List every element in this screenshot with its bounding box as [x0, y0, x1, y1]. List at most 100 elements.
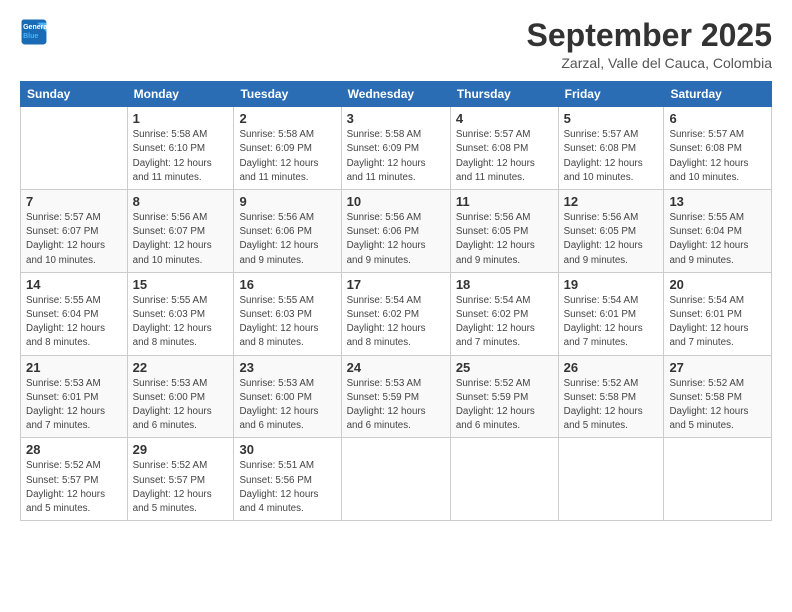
day-number: 14	[26, 277, 122, 292]
day-number: 3	[347, 111, 445, 126]
day-info: Sunrise: 5:58 AMSunset: 6:09 PMDaylight:…	[347, 128, 445, 185]
day-info: Sunrise: 5:58 AMSunset: 6:09 PMDaylight:…	[239, 128, 335, 185]
logo: General Blue	[20, 18, 48, 46]
day-info: Sunrise: 5:51 AMSunset: 5:56 PMDaylight:…	[239, 459, 335, 516]
calendar-week-5: 28 Sunrise: 5:52 AMSunset: 5:57 PMDayligh…	[21, 438, 772, 521]
day-info: Sunrise: 5:54 AMSunset: 6:01 PMDaylight:…	[669, 294, 766, 351]
day-info: Sunrise: 5:54 AMSunset: 6:02 PMDaylight:…	[347, 294, 445, 351]
day-info: Sunrise: 5:55 AMSunset: 6:04 PMDaylight:…	[669, 211, 766, 268]
weekday-header-sunday: Sunday	[21, 82, 128, 107]
day-info: Sunrise: 5:57 AMSunset: 6:08 PMDaylight:…	[669, 128, 766, 185]
day-info: Sunrise: 5:53 AMSunset: 6:00 PMDaylight:…	[133, 377, 229, 434]
calendar-cell: 13Sunrise: 5:55 AMSunset: 6:04 PMDayligh…	[664, 190, 772, 273]
calendar-cell: 22 Sunrise: 5:53 AMSunset: 6:00 PMDayligh…	[127, 355, 234, 438]
weekday-header-thursday: Thursday	[450, 82, 558, 107]
logo-icon: General Blue	[20, 18, 48, 46]
calendar-cell	[558, 438, 664, 521]
calendar-cell: 24Sunrise: 5:53 AMSunset: 5:59 PMDayligh…	[341, 355, 450, 438]
header: General Blue September 2025 Zarzal, Vall…	[20, 18, 772, 71]
day-info: Sunrise: 5:56 AMSunset: 6:05 PMDaylight:…	[564, 211, 659, 268]
calendar-cell: 9 Sunrise: 5:56 AMSunset: 6:06 PMDaylight…	[234, 190, 341, 273]
day-number: 28	[26, 442, 122, 457]
day-info: Sunrise: 5:57 AMSunset: 6:07 PMDaylight:…	[26, 211, 122, 268]
day-number: 7	[26, 194, 122, 209]
month-title: September 2025	[527, 18, 772, 53]
calendar-table: SundayMondayTuesdayWednesdayThursdayFrid…	[20, 81, 772, 521]
calendar-cell	[664, 438, 772, 521]
calendar-cell: 17 Sunrise: 5:54 AMSunset: 6:02 PMDayligh…	[341, 272, 450, 355]
calendar-cell: 4Sunrise: 5:57 AMSunset: 6:08 PMDaylight…	[450, 107, 558, 190]
title-block: September 2025 Zarzal, Valle del Cauca, …	[527, 18, 772, 71]
weekday-header-monday: Monday	[127, 82, 234, 107]
weekday-header-tuesday: Tuesday	[234, 82, 341, 107]
calendar-cell: 25 Sunrise: 5:52 AMSunset: 5:59 PMDayligh…	[450, 355, 558, 438]
day-info: Sunrise: 5:52 AMSunset: 5:57 PMDaylight:…	[26, 459, 122, 516]
day-number: 15	[133, 277, 229, 292]
day-number: 18	[456, 277, 553, 292]
calendar-cell: 11 Sunrise: 5:56 AMSunset: 6:05 PMDayligh…	[450, 190, 558, 273]
day-number: 22	[133, 360, 229, 375]
calendar-cell: 20 Sunrise: 5:54 AMSunset: 6:01 PMDayligh…	[664, 272, 772, 355]
calendar-cell: 16 Sunrise: 5:55 AMSunset: 6:03 PMDayligh…	[234, 272, 341, 355]
calendar-cell: 21 Sunrise: 5:53 AMSunset: 6:01 PMDayligh…	[21, 355, 128, 438]
calendar-cell	[21, 107, 128, 190]
day-number: 17	[347, 277, 445, 292]
calendar-cell	[341, 438, 450, 521]
day-info: Sunrise: 5:58 AMSunset: 6:10 PMDaylight:…	[133, 128, 229, 185]
page: General Blue September 2025 Zarzal, Vall…	[0, 0, 792, 612]
day-info: Sunrise: 5:53 AMSunset: 6:01 PMDaylight:…	[26, 377, 122, 434]
day-number: 4	[456, 111, 553, 126]
day-number: 26	[564, 360, 659, 375]
calendar-cell: 14Sunrise: 5:55 AMSunset: 6:04 PMDayligh…	[21, 272, 128, 355]
calendar-cell: 23 Sunrise: 5:53 AMSunset: 6:00 PMDayligh…	[234, 355, 341, 438]
calendar-cell: 12Sunrise: 5:56 AMSunset: 6:05 PMDayligh…	[558, 190, 664, 273]
calendar-cell: 19Sunrise: 5:54 AMSunset: 6:01 PMDayligh…	[558, 272, 664, 355]
calendar-cell: 5 Sunrise: 5:57 AMSunset: 6:08 PMDaylight…	[558, 107, 664, 190]
day-number: 8	[133, 194, 229, 209]
day-number: 30	[239, 442, 335, 457]
calendar-cell: 6Sunrise: 5:57 AMSunset: 6:08 PMDaylight…	[664, 107, 772, 190]
day-number: 24	[347, 360, 445, 375]
day-number: 1	[133, 111, 229, 126]
calendar-cell: 27 Sunrise: 5:52 AMSunset: 5:58 PMDayligh…	[664, 355, 772, 438]
day-info: Sunrise: 5:54 AMSunset: 6:02 PMDaylight:…	[456, 294, 553, 351]
day-info: Sunrise: 5:52 AMSunset: 5:58 PMDaylight:…	[669, 377, 766, 434]
day-number: 25	[456, 360, 553, 375]
calendar-cell	[450, 438, 558, 521]
day-number: 2	[239, 111, 335, 126]
day-info: Sunrise: 5:52 AMSunset: 5:59 PMDaylight:…	[456, 377, 553, 434]
day-number: 20	[669, 277, 766, 292]
day-info: Sunrise: 5:57 AMSunset: 6:08 PMDaylight:…	[564, 128, 659, 185]
calendar-cell: 30 Sunrise: 5:51 AMSunset: 5:56 PMDayligh…	[234, 438, 341, 521]
calendar-week-2: 7 Sunrise: 5:57 AMSunset: 6:07 PMDaylight…	[21, 190, 772, 273]
calendar-cell: 1 Sunrise: 5:58 AMSunset: 6:10 PMDaylight…	[127, 107, 234, 190]
day-number: 9	[239, 194, 335, 209]
day-number: 27	[669, 360, 766, 375]
calendar-week-4: 21 Sunrise: 5:53 AMSunset: 6:01 PMDayligh…	[21, 355, 772, 438]
calendar-cell: 10Sunrise: 5:56 AMSunset: 6:06 PMDayligh…	[341, 190, 450, 273]
calendar-cell: 7 Sunrise: 5:57 AMSunset: 6:07 PMDaylight…	[21, 190, 128, 273]
weekday-header-wednesday: Wednesday	[341, 82, 450, 107]
day-info: Sunrise: 5:56 AMSunset: 6:06 PMDaylight:…	[239, 211, 335, 268]
calendar-cell: 18 Sunrise: 5:54 AMSunset: 6:02 PMDayligh…	[450, 272, 558, 355]
day-info: Sunrise: 5:52 AMSunset: 5:57 PMDaylight:…	[133, 459, 229, 516]
calendar-cell: 29 Sunrise: 5:52 AMSunset: 5:57 PMDayligh…	[127, 438, 234, 521]
calendar-cell: 15 Sunrise: 5:55 AMSunset: 6:03 PMDayligh…	[127, 272, 234, 355]
day-info: Sunrise: 5:53 AMSunset: 6:00 PMDaylight:…	[239, 377, 335, 434]
day-info: Sunrise: 5:56 AMSunset: 6:06 PMDaylight:…	[347, 211, 445, 268]
calendar-week-1: 1 Sunrise: 5:58 AMSunset: 6:10 PMDaylight…	[21, 107, 772, 190]
day-info: Sunrise: 5:56 AMSunset: 6:07 PMDaylight:…	[133, 211, 229, 268]
day-info: Sunrise: 5:54 AMSunset: 6:01 PMDaylight:…	[564, 294, 659, 351]
day-info: Sunrise: 5:55 AMSunset: 6:03 PMDaylight:…	[239, 294, 335, 351]
day-info: Sunrise: 5:55 AMSunset: 6:03 PMDaylight:…	[133, 294, 229, 351]
day-number: 16	[239, 277, 335, 292]
day-number: 11	[456, 194, 553, 209]
calendar-cell: 2 Sunrise: 5:58 AMSunset: 6:09 PMDaylight…	[234, 107, 341, 190]
day-number: 5	[564, 111, 659, 126]
day-number: 29	[133, 442, 229, 457]
day-number: 21	[26, 360, 122, 375]
weekday-header-saturday: Saturday	[664, 82, 772, 107]
day-number: 23	[239, 360, 335, 375]
day-info: Sunrise: 5:52 AMSunset: 5:58 PMDaylight:…	[564, 377, 659, 434]
day-info: Sunrise: 5:56 AMSunset: 6:05 PMDaylight:…	[456, 211, 553, 268]
